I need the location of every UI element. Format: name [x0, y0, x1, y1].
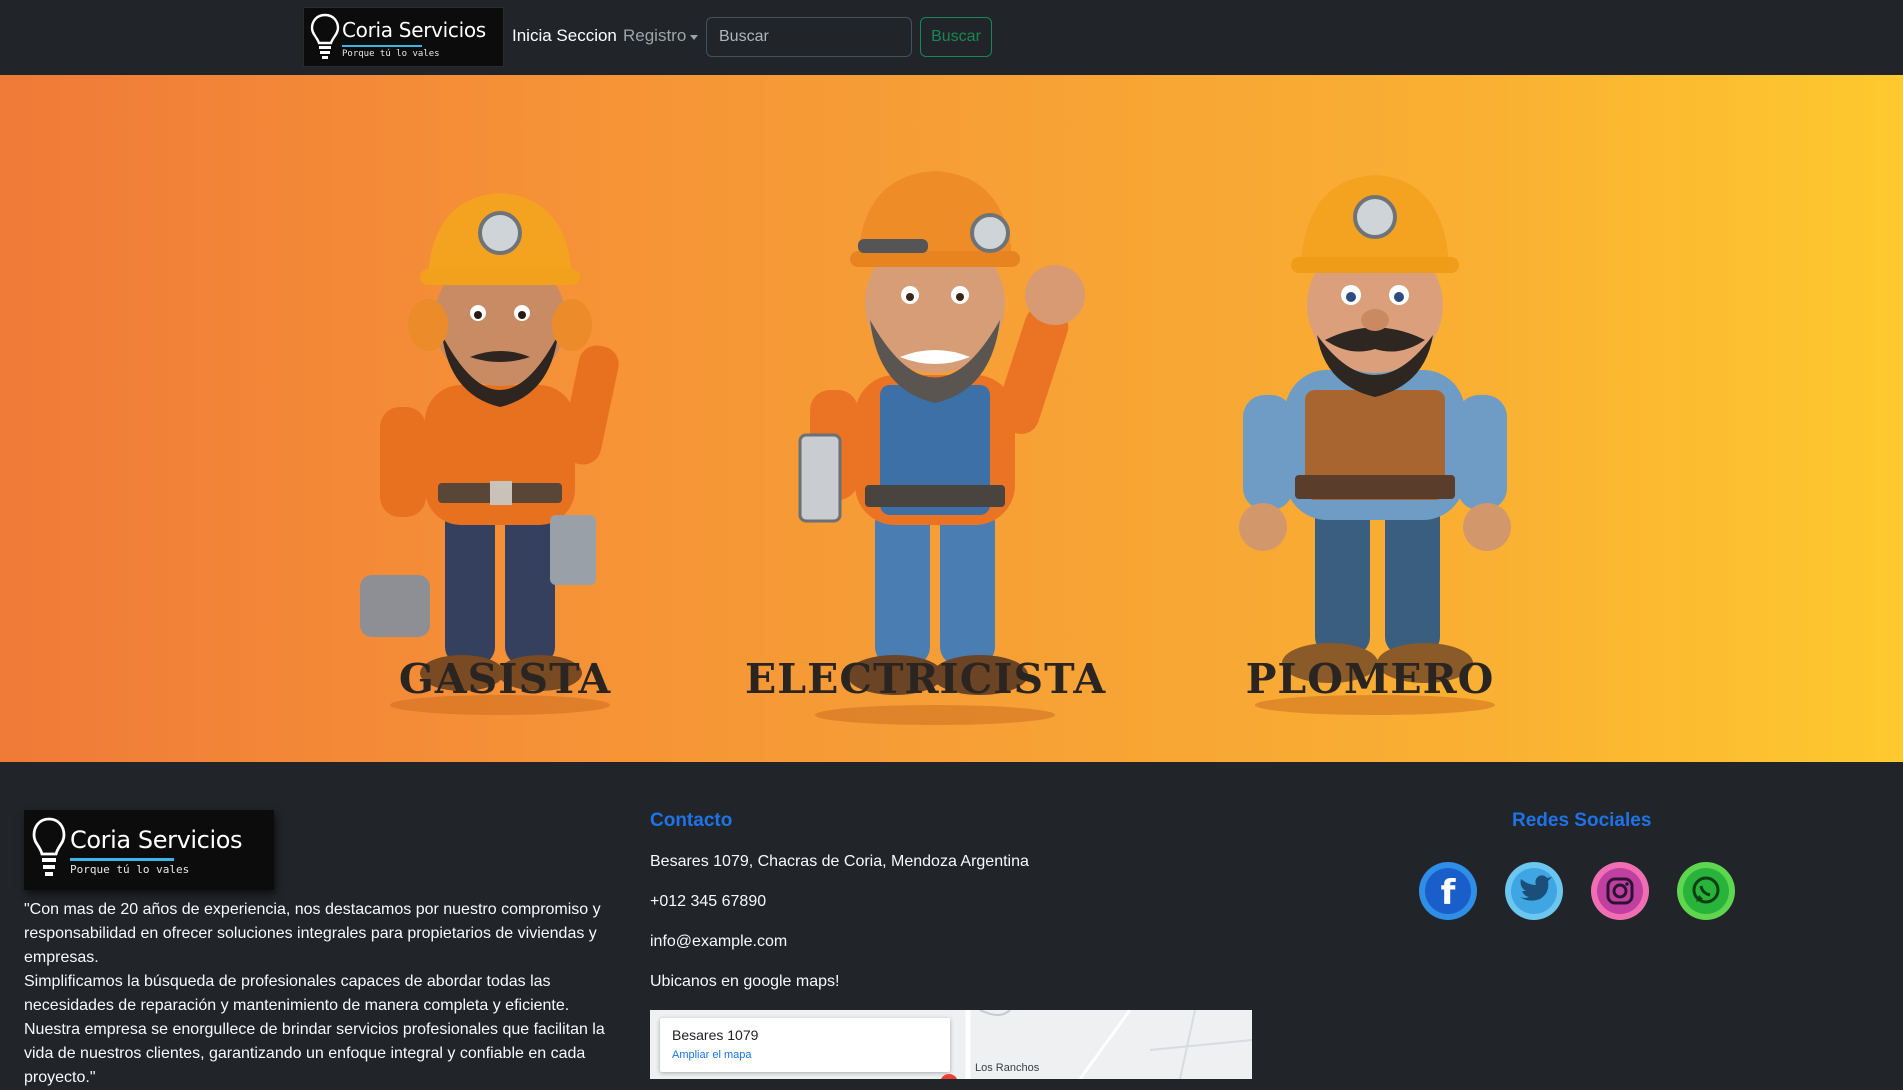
trade-label-plomero: PLOMERO [1245, 655, 1495, 703]
contact-title: Contacto [650, 810, 733, 831]
contact-phone: +012 345 67890 [650, 893, 767, 910]
brand-name: Coria Servicios [342, 18, 486, 42]
plumber-worker-illustration [1239, 175, 1511, 715]
about-paragraph-1: "Con mas de 20 años de experiencia, nos … [24, 901, 601, 966]
map-place-title: Besares 1079 [672, 1027, 759, 1043]
map-enlarge-link[interactable]: Ampliar el mapa [672, 1049, 751, 1061]
contact-address: Besares 1079, Chacras de Coria, Mendoza … [650, 853, 1029, 870]
search-button[interactable]: Buscar [920, 17, 992, 57]
map-place-label: Los Ranchos [975, 1062, 1040, 1074]
hero-banner: GASISTA ELECTRICISTA PLOMERO [0, 75, 1903, 762]
about-paragraph-3: Nuestra empresa se enorgullece de brinda… [24, 1021, 605, 1086]
facebook-icon[interactable]: f [1414, 857, 1482, 925]
about-paragraph-2: Simplificamos la búsqueda de profesional… [24, 973, 570, 1014]
svg-text:f: f [1441, 873, 1457, 913]
footer-brand-underline [70, 858, 174, 861]
brand-logo[interactable]: Coria Servicios Porque tú lo vales [303, 7, 504, 67]
lightbulb-icon [310, 13, 340, 59]
google-map-embed[interactable]: Besares 1079 Ampliar el mapa Los Ranchos [650, 1010, 1252, 1079]
trade-label-gasista: GASISTA [398, 655, 612, 703]
chevron-down-icon[interactable] [690, 35, 698, 40]
search-input[interactable] [706, 17, 912, 57]
twitter-icon[interactable] [1500, 857, 1568, 925]
social-title: Redes Sociales [1512, 810, 1652, 831]
contact-email: info@example.com [650, 933, 788, 950]
electrician-worker-illustration [798, 171, 1085, 725]
about-text: "Con mas de 20 años de experiencia, nos … [24, 898, 614, 1090]
footer: Coria Servicios Porque tú lo vales "Con … [0, 762, 1903, 1086]
contact-maps-text: Ubicanos en google maps! [650, 973, 840, 990]
map-info-card: Besares 1079 Ampliar el mapa [660, 1018, 950, 1072]
nav-login-link[interactable]: Inicia Seccion [512, 26, 617, 46]
footer-brand-name: Coria Servicios [70, 826, 243, 854]
brand-underline [342, 45, 422, 47]
gas-worker-illustration [360, 193, 619, 715]
instagram-icon[interactable] [1586, 857, 1654, 925]
nav-register-dropdown[interactable]: Registro [623, 26, 686, 46]
footer-brand-logo: Coria Servicios Porque tú lo vales [24, 810, 274, 890]
whatsapp-icon[interactable] [1672, 857, 1740, 925]
footer-brand-tagline: Porque tú lo vales [70, 863, 190, 876]
lightbulb-icon [32, 817, 66, 876]
top-navbar: Coria Servicios Porque tú lo vales Inici… [0, 0, 1903, 75]
brand-tagline: Porque tú lo vales [342, 49, 440, 59]
trade-label-electricista: ELECTRICISTA [745, 655, 1107, 703]
